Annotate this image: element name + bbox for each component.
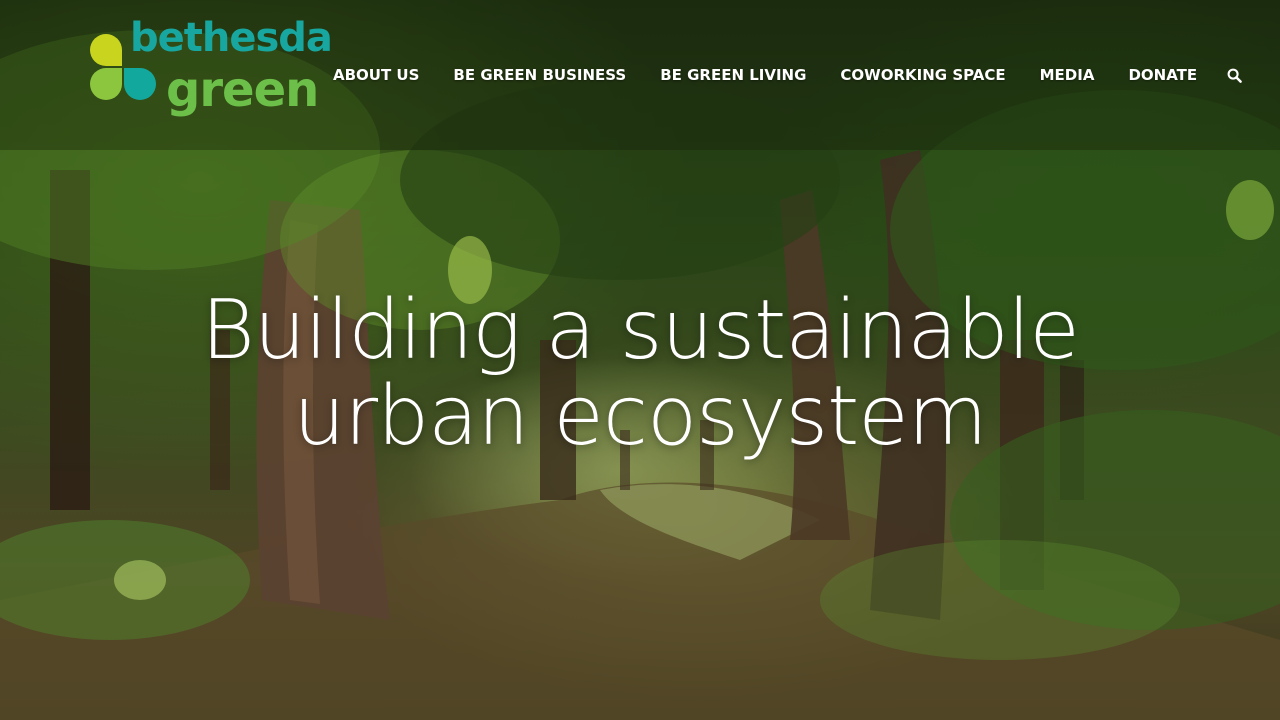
search-icon bbox=[1227, 68, 1242, 83]
main-navigation: ABOUT US BE GREEN BUSINESS BE GREEN LIVI… bbox=[316, 60, 1246, 90]
nav-coworking-space[interactable]: COWORKING SPACE bbox=[823, 60, 1022, 90]
hero-headline-line2: urban ecosystem bbox=[293, 369, 987, 464]
nav-about-us[interactable]: ABOUT US bbox=[316, 60, 436, 90]
logo-text-bethesda: bethesda bbox=[130, 15, 333, 61]
search-button[interactable] bbox=[1222, 60, 1246, 90]
logo-text-green: green bbox=[166, 62, 319, 118]
nav-be-green-business[interactable]: BE GREEN BUSINESS bbox=[436, 60, 643, 90]
nav-donate[interactable]: DONATE bbox=[1111, 60, 1214, 90]
hero-headline-line1: Building a sustainable bbox=[201, 283, 1080, 378]
hero-section: bethesda green ABOUT US BE GREEN BUSINES… bbox=[0, 0, 1280, 720]
nav-media[interactable]: MEDIA bbox=[1023, 60, 1112, 90]
bethesda-green-logo[interactable]: bethesda green bbox=[88, 18, 333, 126]
nav-be-green-living[interactable]: BE GREEN LIVING bbox=[643, 60, 823, 90]
hero-headline: Building a sustainable urban ecosystem bbox=[0, 288, 1280, 460]
